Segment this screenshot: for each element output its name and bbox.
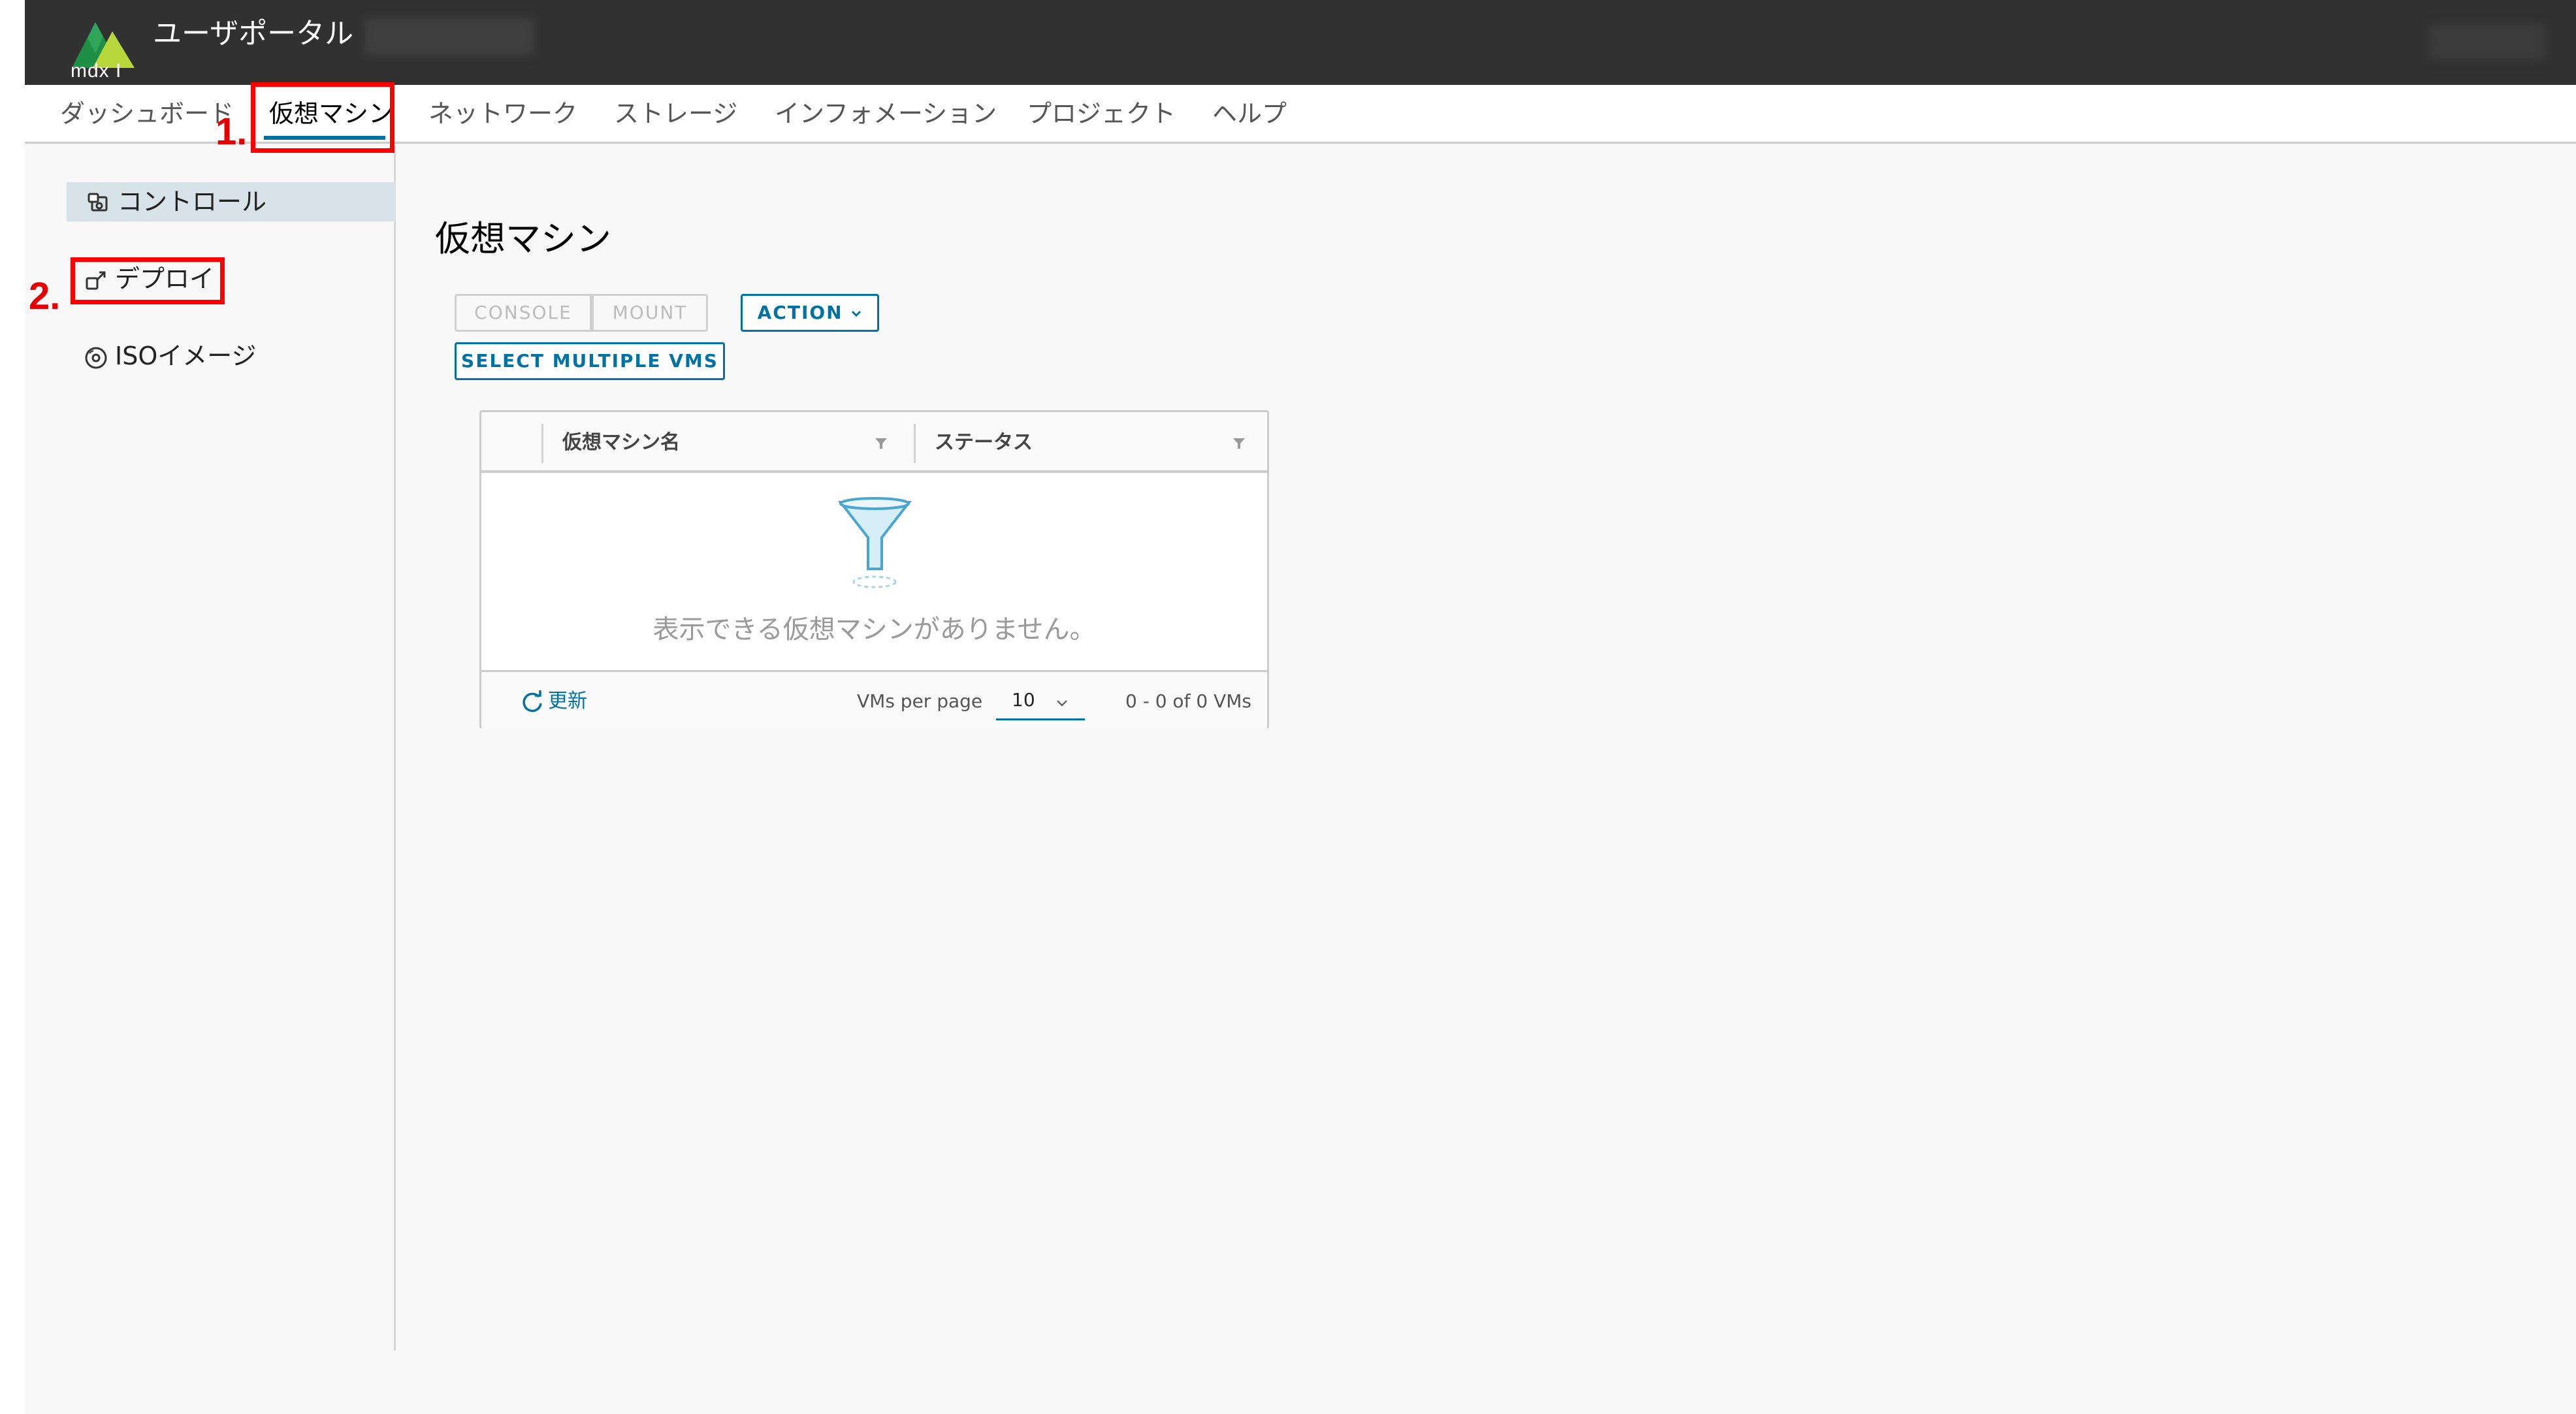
annotation-box-2 xyxy=(71,257,225,304)
empty-message: 表示できる仮想マシンがありません。 xyxy=(652,615,1096,645)
app-root: mdx I ユーザポータル ダッシュボード 仮想マシン ネットワーク ストレージ… xyxy=(25,0,2576,1414)
per-page-select[interactable]: 10 xyxy=(996,684,1085,720)
tab-dashboard[interactable]: ダッシュボード xyxy=(60,95,234,132)
refresh-button[interactable]: 更新 xyxy=(521,685,587,718)
grid-footer: 更新 VMs per page 10 0 - 0 of 0 VMs xyxy=(481,670,1267,729)
console-button[interactable]: CONSOLE xyxy=(455,294,592,332)
annotation-label-2: 2. xyxy=(29,275,61,317)
chevron-down-icon xyxy=(852,310,861,317)
tab-information[interactable]: インフォメーション xyxy=(775,95,997,132)
action-dropdown-button[interactable]: ACTION xyxy=(741,294,879,332)
refresh-label: 更新 xyxy=(548,690,587,713)
per-page-label: VMs per page xyxy=(857,690,983,712)
page-title: 仮想マシン xyxy=(435,218,611,259)
annotation-label-1: 1. xyxy=(216,110,248,153)
app-title: ユーザポータル xyxy=(153,17,354,50)
column-header-vm-name[interactable]: 仮想マシン名 xyxy=(562,425,680,460)
grid-header: 仮想マシン名 ステータス xyxy=(481,412,1267,473)
annotation-box-1 xyxy=(251,82,394,153)
disc-icon xyxy=(85,347,107,368)
column-header-status[interactable]: ステータス xyxy=(935,425,1033,460)
chevron-down-icon xyxy=(1057,700,1067,707)
sidebar: コントロール デプロイ ISOイメージ xyxy=(25,146,396,1351)
tab-storage[interactable]: ストレージ xyxy=(614,95,737,132)
select-multiple-vms-button[interactable]: SELECT MULTIPLE VMS xyxy=(455,342,725,380)
mount-button[interactable]: MOUNT xyxy=(592,294,708,332)
sidebar-item-label: コントロール xyxy=(118,187,267,216)
per-page-value: 10 xyxy=(1012,689,1035,711)
tab-help[interactable]: ヘルプ xyxy=(1212,95,1287,132)
top-header: mdx I ユーザポータル xyxy=(25,0,2576,85)
control-icon xyxy=(88,193,108,211)
logo-text: mdx I xyxy=(71,60,122,82)
user-menu-redacted[interactable] xyxy=(2428,24,2546,60)
column-separator xyxy=(541,424,543,463)
tab-project[interactable]: プロジェクト xyxy=(1027,95,1176,132)
refresh-icon xyxy=(523,690,542,712)
tab-network[interactable]: ネットワーク xyxy=(428,95,577,132)
sidebar-item-control[interactable]: コントロール xyxy=(67,182,396,221)
sidebar-item-label: ISOイメージ xyxy=(115,342,257,370)
filter-icon[interactable] xyxy=(873,436,889,451)
column-separator xyxy=(914,424,916,463)
project-selector-redacted[interactable] xyxy=(364,18,534,55)
action-button-label: ACTION xyxy=(757,302,843,323)
pagination-summary: 0 - 0 of 0 VMs xyxy=(1125,690,1251,712)
empty-funnel-icon xyxy=(837,497,912,588)
sidebar-item-iso-image[interactable]: ISOイメージ xyxy=(84,336,256,376)
vm-datagrid: 仮想マシン名 ステータス 表示できる仮想マシンがありません。 更新 VMs pe… xyxy=(479,410,1269,729)
main-nav: ダッシュボード 仮想マシン ネットワーク ストレージ インフォメーション プロジ… xyxy=(25,85,2576,144)
filter-icon[interactable] xyxy=(1231,436,1247,451)
